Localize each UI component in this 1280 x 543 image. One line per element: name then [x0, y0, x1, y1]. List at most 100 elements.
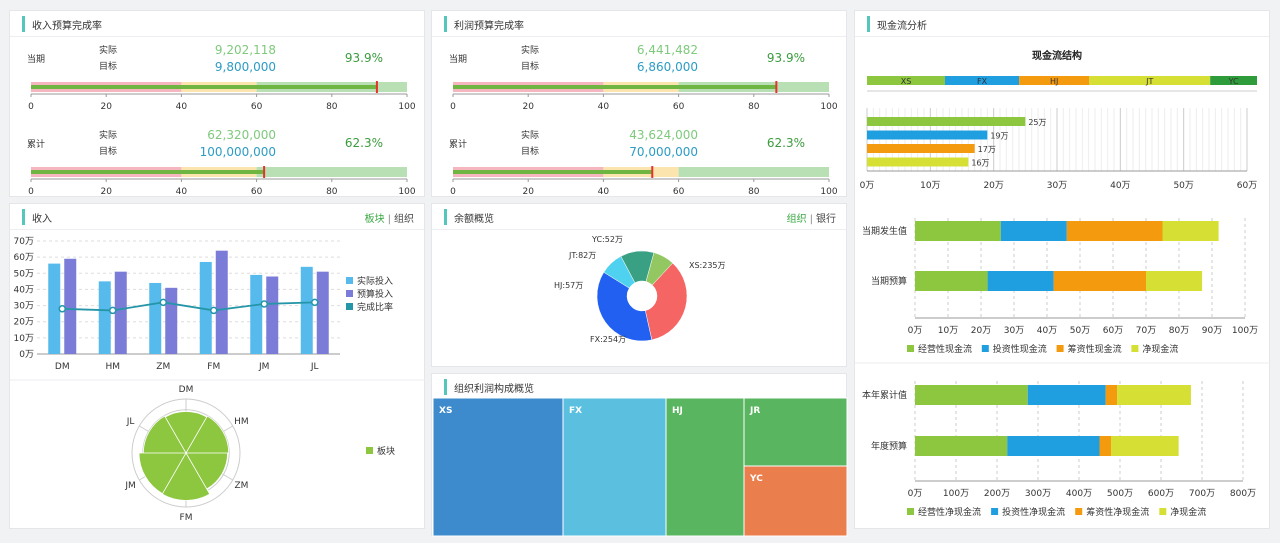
axis-tick-label: 70万: [14, 237, 34, 247]
legend-swatch: [1056, 345, 1064, 352]
bar-actual: [149, 282, 162, 354]
balance-panel: 余额概览 组织 | 银行 XS:235万 FX:254万 HJ:57万 JT:82万 YC:…: [431, 203, 847, 367]
structure-label: YC: [1228, 77, 1239, 86]
measure-bar: [31, 170, 265, 174]
actual-value: 6,441,482: [637, 43, 698, 57]
axis-tick-label: 20: [522, 102, 534, 112]
legend-label: 实际投入: [357, 275, 393, 287]
treemap-cell: [665, 397, 745, 537]
profit-budget-panel: 利润预算完成率 当期 实际 目标 6,441,482 6,860,000 93.9% 0 20…: [431, 10, 847, 197]
axis-tick-label: 40: [598, 102, 610, 112]
target-marker: [375, 81, 378, 93]
category-label: 当期发生值: [862, 225, 907, 237]
category-label: DM: [55, 362, 70, 372]
rate-point: [58, 305, 66, 313]
rate-point: [109, 306, 117, 315]
rate-value: 93.9%: [345, 51, 383, 65]
measure-bar: [31, 85, 377, 89]
treemap-label: FX: [569, 406, 582, 416]
stack-segment: [1117, 385, 1191, 405]
legend-swatch: [1075, 508, 1083, 515]
treemap-cell: [432, 397, 564, 537]
axis-tick-label: 20: [100, 187, 112, 197]
axis-tick-label: 30万: [1004, 326, 1024, 336]
legend-swatch: [1131, 345, 1139, 352]
treemap-label: XS: [439, 406, 452, 416]
radar-axis-label: HM: [234, 417, 249, 427]
radar-axis-label: ZM: [234, 481, 248, 491]
row-label: 当期: [27, 53, 45, 65]
category-label: JM: [258, 362, 269, 372]
rate-point: [311, 298, 319, 307]
stack-segment: [915, 385, 1028, 405]
stack-segment: [1007, 436, 1100, 456]
radar-axis-label: FM: [180, 513, 193, 523]
bar-budget: [266, 276, 279, 354]
treemap-cell: [562, 397, 667, 537]
bar-budget: [165, 287, 178, 354]
org-profit-treemap: XS FX HJ JR YC: [432, 397, 848, 537]
axis-tick-label: 30万: [14, 302, 34, 312]
axis-tick-label: 0万: [860, 181, 875, 191]
stack-segment: [1146, 271, 1203, 291]
radar-axis-label: DM: [179, 385, 194, 395]
stack-segment: [1027, 385, 1106, 405]
cash-bar-label: 19万: [990, 132, 1008, 141]
axis-tick-label: 40: [176, 187, 188, 197]
axis-tick-label: 0: [450, 187, 456, 197]
actual-label: 实际: [521, 129, 539, 141]
range-high: [256, 167, 407, 177]
donut-label: HJ:57万: [554, 281, 583, 290]
axis-tick-label: 100万: [1232, 326, 1258, 336]
axis-tick-label: 80: [326, 187, 338, 197]
axis-tick-label: 10万: [938, 326, 958, 336]
axis-tick-label: 80: [748, 102, 760, 112]
cashflow-charts: 现金流结构 XS FX HJ JT YC 25万 19万 17万 16万 0万 10万 20万 30万 40…: [855, 49, 1271, 518]
treemap-label: JR: [749, 406, 760, 416]
axis-tick-label: 20万: [971, 326, 991, 336]
rate-point: [210, 306, 218, 315]
axis-tick-label: 80万: [1169, 326, 1189, 336]
row-label: 累计: [449, 138, 467, 150]
cash-bar: [867, 130, 988, 140]
stack-segment: [1162, 221, 1219, 241]
target-marker: [651, 166, 654, 178]
legend-label: 完成比率: [357, 301, 393, 313]
cash-bar-label: 16万: [971, 159, 989, 168]
axis-tick-label: 40万: [1110, 181, 1130, 191]
axis-tick-label: 300万: [1025, 489, 1051, 499]
axis-tick-label: 0万: [19, 350, 34, 360]
legend-label: 净现金流: [1170, 506, 1206, 518]
category-label: FM: [207, 362, 220, 372]
structure-label: JT: [1145, 77, 1153, 86]
legend-label: 板块: [377, 445, 395, 457]
cash-bar-label: 25万: [1028, 118, 1046, 127]
stack-segment: [1110, 436, 1179, 456]
axis-tick-label: 20万: [983, 181, 1003, 191]
cashflow-panel: 现金流分析 现金流结构 XS FX HJ JT YC 25万 19万 17万 16万 0万 10万 20…: [854, 10, 1271, 529]
legend-label: 筹资性净现金流: [1086, 506, 1149, 518]
row-label: 累计: [27, 138, 45, 150]
stack-segment: [1066, 221, 1163, 241]
stack-segment: [1053, 271, 1146, 291]
legend-swatch: [346, 277, 353, 284]
range-high: [678, 167, 829, 177]
rate-point: [159, 298, 167, 307]
target-label: 目标: [99, 145, 117, 157]
rate-point: [260, 300, 268, 308]
income-panel: 收入 板块 | 组织 0万 10万 20万 30万 40万 50万 60万 70万 DM HM ZM FM…: [9, 203, 426, 529]
income-charts: 0万 10万 20万 30万 40万 50万 60万 70万 DM HM ZM FM JM JL 实际投入预…: [10, 237, 426, 523]
target-marker: [775, 81, 778, 93]
bar-budget: [114, 271, 127, 354]
axis-tick-label: 60万: [14, 253, 34, 263]
axis-tick-label: 100: [820, 187, 837, 197]
target-value: 70,000,000: [629, 145, 698, 159]
actual-label: 实际: [99, 129, 117, 141]
cash-bar: [867, 117, 1026, 126]
axis-tick-label: 800万: [1230, 489, 1256, 499]
target-label: 目标: [521, 145, 539, 157]
legend-label: 投资性现金流: [993, 343, 1047, 355]
legend-label: 预算投入: [357, 288, 393, 300]
axis-tick-label: 60: [673, 102, 685, 112]
structure-label: FX: [977, 77, 988, 86]
